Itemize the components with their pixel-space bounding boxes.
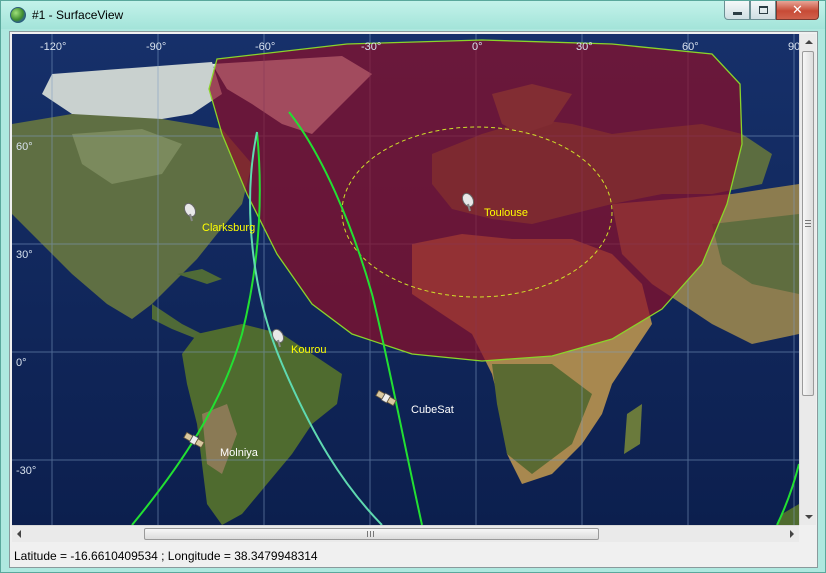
station-label-toulouse: Toulouse [484,207,528,219]
vertical-scrollbar[interactable] [799,34,816,525]
lon-label: -30° [361,41,381,53]
lon-label: 30° [576,41,593,53]
maximize-icon [758,6,768,14]
satellite-label-cubesat: CubeSat [411,404,454,416]
lon-label: -60° [255,41,275,53]
scroll-down-icon[interactable] [805,515,813,519]
lon-label: 90° [788,41,799,53]
status-bar-coordinates: Latitude = -16.6610409534 ; Longitude = … [14,549,318,563]
close-button[interactable]: ✕ [776,1,819,20]
horizontal-scroll-thumb[interactable] [144,528,599,540]
window-title: #1 - SurfaceView [32,8,124,22]
grip-icon [367,531,374,537]
minimize-icon [732,11,742,15]
window-controls: ✕ [724,1,819,21]
vertical-scroll-thumb[interactable] [802,51,814,396]
station-label-clarksburg: Clarksburg [202,222,255,234]
lat-label: 30° [16,249,33,261]
lon-label: -90° [146,41,166,53]
globe-icon[interactable] [10,7,26,23]
maximize-button[interactable] [750,1,776,20]
lon-label: -120° [40,41,66,53]
lat-label: 60° [16,141,33,153]
title-bar[interactable]: #1 - SurfaceView ✕ [1,1,825,29]
lon-label: 60° [682,41,699,53]
client-area: -120° -90° -60° -30° 0° 30° 60° 90° 60° … [9,31,818,568]
surfaceview-window: #1 - SurfaceView ✕ -120° -90° -60° -30° … [0,0,826,573]
grip-icon [805,220,811,227]
world-map[interactable]: -120° -90° -60° -30° 0° 30° 60° 90° 60° … [12,34,799,525]
satellite-label-molniya: Molniya [220,447,259,459]
station-label-kourou: Kourou [291,344,326,356]
lat-label: -30° [16,465,36,477]
horizontal-scrollbar[interactable] [12,525,799,542]
minimize-button[interactable] [724,1,750,20]
scroll-left-icon[interactable] [17,530,21,538]
scrollbar-corner [799,525,816,542]
close-icon: ✕ [792,2,803,18]
lat-label: 0° [16,357,27,369]
scroll-up-icon[interactable] [805,40,813,44]
surface-map-view[interactable]: -120° -90° -60° -30° 0° 30° 60° 90° 60° … [12,34,799,525]
lon-label: 0° [472,41,483,53]
scroll-right-icon[interactable] [790,530,794,538]
